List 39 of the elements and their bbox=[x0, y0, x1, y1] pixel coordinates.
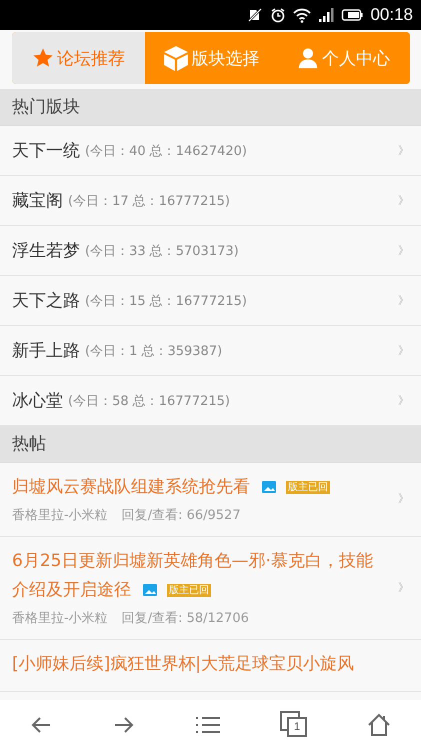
signal-icon bbox=[318, 7, 334, 23]
post-author: 香格里拉-小米粒 bbox=[12, 610, 108, 627]
chevron: 》 bbox=[398, 193, 409, 208]
chevron: 》 bbox=[398, 491, 409, 506]
board-name[interactable]: 冰心堂 bbox=[12, 389, 63, 412]
star-icon bbox=[32, 47, 54, 69]
chevron: 》 bbox=[398, 393, 409, 408]
chevron: 》 bbox=[398, 580, 409, 594]
person-icon bbox=[297, 47, 320, 69]
board-name[interactable]: 天下一统 bbox=[12, 139, 80, 162]
board-stats: (今日：33 总：5703173) bbox=[85, 242, 240, 260]
mute-icon bbox=[247, 7, 264, 23]
clock: 00:18 bbox=[370, 5, 413, 25]
board-stats: (今日：40 总：14627420) bbox=[85, 142, 248, 160]
post-stats: 回复/查看: 66/9527 bbox=[122, 507, 241, 524]
cube-icon bbox=[162, 45, 188, 71]
board-name[interactable]: 天下之路 bbox=[12, 289, 80, 312]
board-stats: (今日：1 总：359387) bbox=[85, 342, 224, 360]
tabs-button[interactable]: 1 bbox=[279, 710, 310, 740]
board-stats: (今日：58 总：16777215) bbox=[68, 392, 231, 410]
chevron: 》 bbox=[398, 143, 409, 158]
badge: 版主已回 bbox=[286, 481, 330, 494]
home-icon bbox=[366, 712, 392, 738]
chevron: 》 bbox=[398, 293, 409, 308]
board-name[interactable]: 浮生若梦 bbox=[12, 239, 80, 262]
section-header: 热门版块 bbox=[0, 89, 421, 126]
board-name[interactable]: 新手上路 bbox=[12, 339, 80, 362]
badge: 版主已回 bbox=[167, 584, 211, 597]
wifi-icon bbox=[293, 7, 312, 23]
post-stats: 回复/查看: 58/12706 bbox=[122, 610, 249, 627]
alarm-icon bbox=[270, 7, 286, 23]
chevron: 》 bbox=[398, 343, 409, 358]
board-stats: (今日：17 总：16777215) bbox=[68, 192, 231, 210]
battery-icon bbox=[341, 9, 364, 21]
post-author: 香格里拉-小米粒 bbox=[12, 507, 108, 524]
board-name[interactable]: 藏宝阁 bbox=[12, 189, 63, 212]
section-header: 热帖 bbox=[0, 426, 421, 463]
chevron: 》 bbox=[398, 243, 409, 258]
board-stats: (今日：15 总：16777215) bbox=[85, 292, 248, 310]
